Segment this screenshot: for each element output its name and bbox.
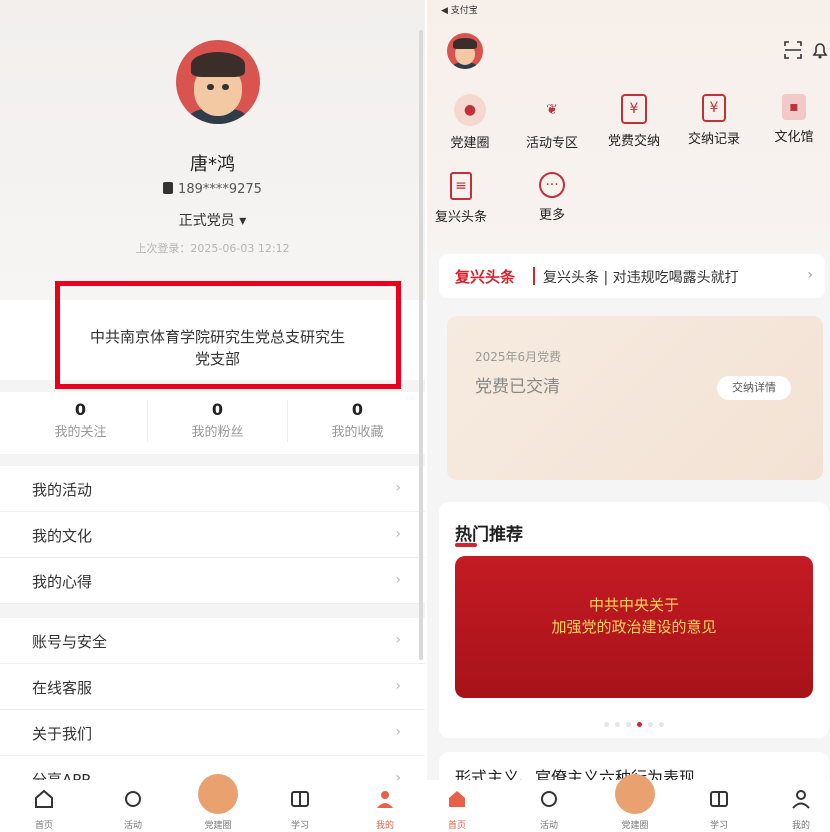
grid-party-fee[interactable]: ¥ 党费交纳: [599, 94, 669, 149]
folder-icon: ▪: [782, 94, 806, 120]
member-status-dropdown[interactable]: 正式党员 ▾: [0, 210, 425, 230]
profile-screen: 唐*鸿 189****9275 正式党员 ▾ 上次登录：2025-06-03 1…: [0, 0, 425, 832]
tab-party-circle[interactable]: 党建圈: [605, 774, 665, 831]
back-to-alipay[interactable]: ◀ 支付宝: [441, 3, 478, 16]
menu-item-activities[interactable]: 我的活动 ›: [0, 466, 425, 512]
avatar[interactable]: [176, 40, 260, 124]
tab-study[interactable]: 学习: [270, 780, 330, 831]
tab-home[interactable]: 首页: [427, 780, 487, 831]
tab-me[interactable]: 我的: [771, 780, 830, 831]
user-name: 唐*鸿: [190, 154, 235, 175]
carousel-dots[interactable]: [439, 712, 829, 731]
stat-favorites[interactable]: 0 我的收藏: [287, 392, 425, 440]
menu-item-culture[interactable]: 我的文化 ›: [0, 512, 425, 558]
avatar-small[interactable]: [447, 33, 483, 69]
bottom-tab-bar: 首页 活动 党建圈 学习 我的: [427, 774, 830, 832]
party-fee-card[interactable]: 2025年6月党费 党费已交清 交纳详情: [447, 316, 823, 480]
home-icon: [449, 791, 465, 807]
recommend-banner[interactable]: 中共中央关于 加强党的政治建设的意见: [455, 556, 813, 698]
last-login: 上次登录：2025-06-03 12:12: [135, 242, 290, 255]
grid-party-circle[interactable]: ● 党建圈: [435, 94, 505, 151]
party-circle-icon: [198, 774, 238, 814]
user-phone: 189****9275: [0, 182, 425, 197]
chevron-right-icon: ›: [807, 267, 813, 283]
chevron-right-icon: ›: [395, 572, 401, 588]
book-icon: [291, 791, 309, 807]
chevron-right-icon: ›: [395, 632, 401, 648]
hot-recommend-card: 热门推荐 中共中央关于 加强党的政治建设的意见: [439, 502, 829, 738]
document-icon: ≡: [450, 172, 472, 200]
menu-item-about-us[interactable]: 关于我们 ›: [0, 710, 425, 756]
menu-item-insights[interactable]: 我的心得 ›: [0, 558, 425, 604]
scrollbar[interactable]: [419, 30, 423, 660]
chevron-right-icon: ›: [395, 480, 401, 496]
receipt-icon: ¥: [702, 94, 726, 122]
tab-activity[interactable]: 活动: [103, 780, 163, 831]
speech-bubble-icon: ●: [454, 94, 486, 126]
bottom-tab-bar: 首页 活动 党建圈 学习 我的: [0, 774, 425, 832]
grid-payment-record[interactable]: ¥ 交纳记录: [679, 94, 749, 147]
hot-recommend-title: 热门推荐: [455, 525, 523, 545]
activity-icon: [125, 791, 141, 807]
home-screen: ◀ 支付宝 ● 党建圈 ❦ 活动专区 ¥ 党费交纳 ¥ 交纳记录 ▪ 文化馆 ≡ 复兴头条 …: [427, 0, 830, 832]
chevron-right-icon: ›: [395, 724, 401, 740]
tab-activity[interactable]: 活动: [519, 780, 579, 831]
menu-item-account-security[interactable]: 账号与安全 ›: [0, 618, 425, 664]
yen-card-icon: ¥: [621, 94, 647, 124]
scan-icon[interactable]: [783, 40, 803, 60]
news-ticker[interactable]: 复兴头条 复兴头条 | 对违规吃喝露头就打 ›: [439, 254, 825, 298]
bell-icon[interactable]: [811, 40, 829, 60]
grid-activity-zone[interactable]: ❦ 活动专区: [517, 94, 587, 151]
tab-me[interactable]: 我的: [355, 780, 415, 831]
party-circle-icon: [615, 774, 655, 814]
leaf-icon: ❦: [546, 102, 558, 118]
phone-icon: [163, 182, 174, 194]
tab-study[interactable]: 学习: [689, 780, 749, 831]
chevron-right-icon: ›: [395, 526, 401, 542]
highlight-box: [55, 281, 401, 389]
user-icon: [792, 790, 810, 809]
stat-following[interactable]: 0 我的关注: [10, 392, 151, 440]
fee-details-button[interactable]: 交纳详情: [717, 376, 791, 400]
user-icon: [377, 791, 393, 808]
chevron-right-icon: ›: [395, 678, 401, 694]
grid-culture-hall[interactable]: ▪ 文化馆: [759, 94, 829, 145]
activity-icon: [541, 791, 557, 807]
menu-group-1: 我的活动 › 我的文化 › 我的心得 ›: [0, 466, 425, 604]
stat-fans[interactable]: 0 我的粉丝: [147, 392, 288, 440]
more-icon: ···: [539, 172, 565, 198]
stats-bar: 0 我的关注 0 我的粉丝 0 我的收藏: [0, 392, 425, 454]
book-icon: [710, 791, 728, 807]
grid-fuxing-news[interactable]: ≡ 复兴头条: [433, 172, 489, 225]
menu-item-online-service[interactable]: 在线客服 ›: [0, 664, 425, 710]
tab-party-circle[interactable]: 党建圈: [188, 774, 248, 831]
grid-more[interactable]: ··· 更多: [517, 172, 587, 223]
home-icon: [35, 789, 53, 808]
tab-home[interactable]: 首页: [14, 780, 74, 831]
